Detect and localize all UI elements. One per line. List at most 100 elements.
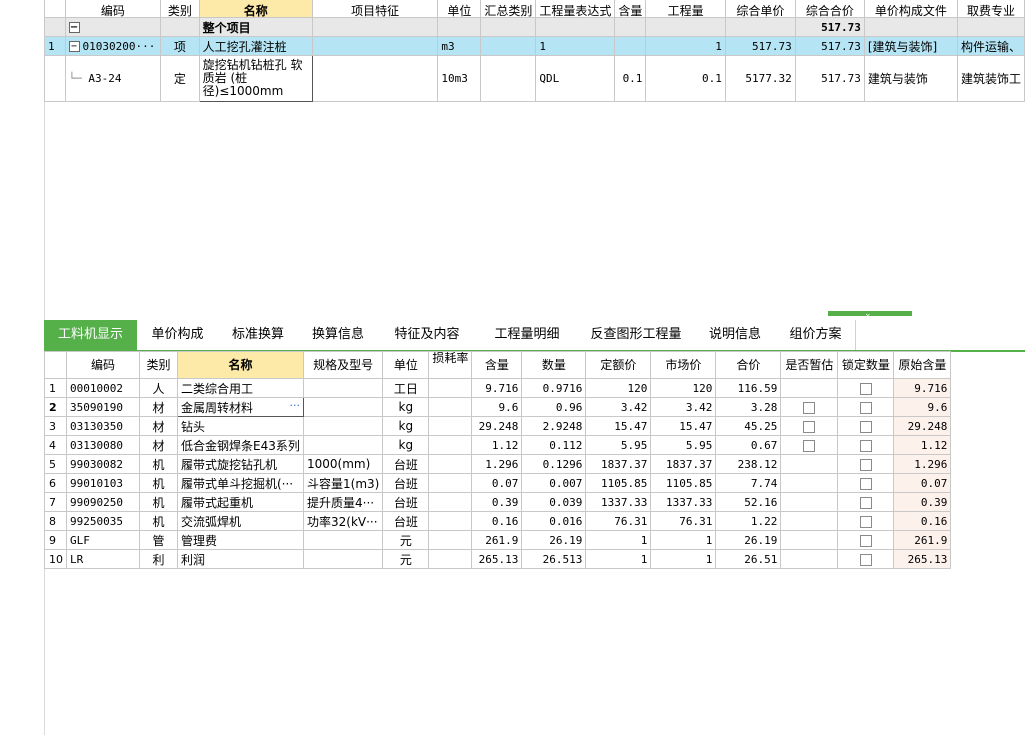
lock-cell[interactable]	[837, 378, 895, 398]
sumcat-cell[interactable]	[480, 55, 537, 102]
total-cell[interactable]: 0.67	[715, 435, 782, 455]
spec-cell[interactable]: 1000(mm)	[302, 454, 384, 474]
code-cell[interactable]: 99250035	[66, 511, 140, 531]
qty-cell[interactable]: 0.1	[645, 55, 726, 102]
price-file-cell[interactable]: [建筑与装饰]	[863, 36, 958, 56]
lock-checkbox[interactable]	[859, 496, 872, 509]
content-cell[interactable]: 261.9	[471, 530, 523, 550]
market-price-cell[interactable]: 1	[650, 549, 717, 569]
top-col-header[interactable]: 工程量	[645, 0, 726, 18]
total-cell[interactable]: 7.74	[715, 473, 782, 493]
unit-cell[interactable]: 台班	[382, 454, 430, 474]
top-col-header[interactable]: 项目特征	[311, 0, 439, 18]
loss-cell[interactable]	[428, 492, 473, 512]
resource-col-header[interactable]: 含量	[471, 351, 523, 379]
resource-col-header[interactable]: 编码	[66, 351, 140, 379]
tab-2[interactable]: 单价构成	[137, 320, 219, 350]
name-cell[interactable]: 旋挖钻机钻桩孔 软质岩 (桩径)≤1000mm	[198, 55, 313, 102]
quota-price-cell[interactable]: 3.42	[585, 397, 652, 417]
resource-col-header[interactable]: 定额价	[585, 351, 652, 379]
lock-cell[interactable]	[837, 549, 895, 569]
top-col-header[interactable]: 汇总类别	[480, 0, 537, 18]
top-col-header[interactable]: 单位	[437, 0, 482, 18]
name-cell[interactable]: 交流弧焊机	[177, 511, 304, 531]
top-col-header[interactable]: 综合单价	[724, 0, 796, 18]
top-col-header[interactable]: 取费专业	[956, 0, 1025, 18]
loss-cell[interactable]	[428, 530, 473, 550]
lock-cell[interactable]	[837, 511, 895, 531]
loss-cell[interactable]	[428, 511, 473, 531]
market-price-cell[interactable]: 1	[650, 530, 717, 550]
price-file-cell[interactable]: 建筑与装饰	[863, 55, 958, 102]
unit-cell[interactable]: kg	[382, 397, 430, 417]
table-row[interactable]: 10 LR 利利润元 265.13 26.513 1 1 26.51 265.13	[44, 549, 952, 569]
top-col-header[interactable]: 单价构成文件	[863, 0, 958, 18]
top-col-header[interactable]: 综合合价	[794, 0, 865, 18]
original-content-cell[interactable]: 0.16	[893, 511, 952, 531]
spec-cell[interactable]	[302, 530, 384, 550]
total-cell[interactable]: 238.12	[715, 454, 782, 474]
unit-price-cell[interactable]: 5177.32	[724, 55, 796, 102]
tab-6[interactable]: 工程量明细	[476, 320, 579, 350]
code-cell[interactable]: 03130080	[66, 435, 140, 455]
market-price-cell[interactable]: 1837.37	[650, 454, 717, 474]
tab-5[interactable]: 特征及内容	[378, 320, 477, 350]
fee-cell[interactable]: 建筑装饰工	[956, 55, 1025, 102]
type-cell[interactable]: 材	[139, 397, 178, 417]
lock-checkbox[interactable]	[859, 420, 872, 433]
type-cell[interactable]: 人	[139, 378, 178, 398]
table-row[interactable]: 9 GLF 管管理费元 261.9 26.19 1 1 26.19 261.9	[44, 530, 952, 550]
lock-cell[interactable]	[837, 473, 895, 493]
content-cell[interactable]: 265.13	[471, 549, 523, 569]
lock-checkbox[interactable]	[859, 515, 872, 528]
market-price-cell[interactable]: 3.42	[650, 397, 717, 417]
content-cell[interactable]	[614, 36, 647, 56]
lock-checkbox[interactable]	[859, 439, 872, 452]
original-content-cell[interactable]: 9.716	[893, 378, 952, 398]
original-content-cell[interactable]: 1.12	[893, 435, 952, 455]
unit-cell[interactable]: 台班	[382, 473, 430, 493]
name-cell[interactable]: ··· 金属周转材料	[177, 397, 304, 417]
code-cell[interactable]: 35090190	[66, 397, 140, 417]
name-cell[interactable]: 履带式起重机	[177, 492, 304, 512]
expr-cell[interactable]: QDL	[535, 55, 616, 102]
original-content-cell[interactable]: 0.07	[893, 473, 952, 493]
total-cell[interactable]: 517.73	[794, 36, 865, 56]
total-cell[interactable]: 1.22	[715, 511, 782, 531]
qty-cell[interactable]: 2.9248	[521, 416, 587, 436]
quota-price-cell[interactable]: 1337.33	[585, 492, 652, 512]
type-cell[interactable]: 项	[160, 36, 200, 56]
total-cell[interactable]: 26.19	[715, 530, 782, 550]
original-content-cell[interactable]: 261.9	[893, 530, 952, 550]
resource-col-header[interactable]: 规格及型号	[302, 351, 384, 379]
quota-price-cell[interactable]: 76.31	[585, 511, 652, 531]
ellipsis-icon[interactable]: ···	[290, 399, 301, 412]
unit-cell[interactable]: m3	[437, 36, 482, 56]
table-row[interactable]: 1−01030200··· 项人工挖孔灌注桩 m3 1 1 517.73 517.73 [建筑…	[44, 36, 1025, 56]
estimate-checkbox[interactable]	[803, 401, 816, 414]
unit-cell[interactable]: 台班	[382, 492, 430, 512]
top-col-header[interactable]: 名称	[198, 0, 313, 18]
resource-col-header[interactable]: 锁定数量	[837, 351, 895, 379]
qty-cell[interactable]: 0.039	[521, 492, 587, 512]
content-cell[interactable]: 0.07	[471, 473, 523, 493]
content-cell[interactable]: 0.39	[471, 492, 523, 512]
name-cell[interactable]: 低合金钢焊条E43系列	[177, 435, 304, 455]
lock-checkbox[interactable]	[859, 401, 872, 414]
summary-row[interactable]: − 整个项目 517.73	[44, 17, 1025, 37]
estimate-cell[interactable]	[780, 416, 839, 436]
spec-cell[interactable]	[302, 397, 384, 417]
unit-cell[interactable]: 10m3	[437, 55, 482, 102]
estimate-cell[interactable]	[780, 511, 839, 531]
name-cell[interactable]: 二类综合用工	[177, 378, 304, 398]
market-price-cell[interactable]: 76.31	[650, 511, 717, 531]
code-cell[interactable]: 99090250	[66, 492, 140, 512]
code-cell[interactable]: └─ A3-24	[64, 55, 162, 102]
lock-cell[interactable]	[837, 397, 895, 417]
total-cell[interactable]: 116.59	[715, 378, 782, 398]
estimate-cell[interactable]	[780, 473, 839, 493]
table-row[interactable]: 3 03130350 材钻头 kg 29.248 2.9248 15.47 15.47 45.2…	[44, 416, 952, 436]
resource-col-header[interactable]: 数量	[521, 351, 587, 379]
code-cell[interactable]: 03130350	[66, 416, 140, 436]
code-cell[interactable]: 00010002	[66, 378, 140, 398]
